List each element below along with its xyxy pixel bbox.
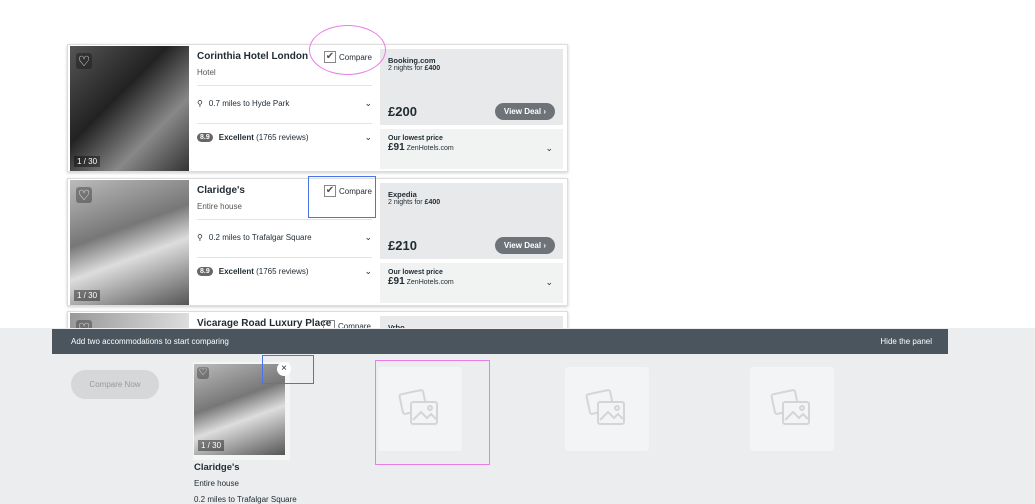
selected-name: Claridge's [194, 462, 240, 473]
distance-row[interactable]: ⚲ 0.2 miles to Trafalgar Square ⌄ [197, 232, 372, 243]
selected-accommodation: ♡ 1 / 30 × [193, 362, 291, 460]
empty-slot [378, 367, 462, 451]
image-placeholder-icon [398, 389, 438, 425]
heart-icon[interactable]: ♡ [76, 187, 92, 203]
distance-row[interactable]: ⚲ 0.7 miles to Hyde Park ⌄ [197, 98, 372, 109]
compare-checkbox[interactable]: ✔ Compare [324, 185, 372, 197]
compare-now-button[interactable]: Compare Now [71, 370, 159, 399]
lowest-price[interactable]: Our lowest price £91 ZenHotels.com ⌄ [380, 129, 563, 169]
hotel-photo[interactable]: ♡ 1 / 30 [70, 180, 189, 305]
listing-card: ♡ 1 / 30 Corinthia Hotel London Hotel ✔ Co… [67, 44, 568, 172]
check-icon: ✔ [324, 185, 336, 197]
price: £200 [388, 104, 417, 119]
rating-row[interactable]: 8.9 Excellent (1765 reviews) ⌄ [197, 266, 372, 277]
view-deal-button[interactable]: View Deal › [494, 103, 555, 120]
hotel-type: Hotel [197, 68, 216, 77]
empty-slot [750, 367, 834, 451]
reviews: (1765 reviews) [256, 133, 309, 142]
hotel-photo[interactable]: ♡ 1 / 30 [70, 46, 189, 171]
heart-icon[interactable]: ♡ [197, 367, 209, 379]
location-pin-icon: ⚲ [197, 99, 203, 108]
distance: 0.7 miles to Hyde Park [208, 99, 290, 108]
compare-panel: Add two accommodations to start comparin… [0, 328, 1035, 504]
provider: Expedia [388, 190, 417, 199]
compare-label: Compare [339, 186, 372, 196]
nights-text: 2 nights for [388, 65, 425, 72]
location-pin-icon: ⚲ [197, 233, 203, 242]
nights-price: £400 [424, 199, 441, 206]
hotel-name[interactable]: Corinthia Hotel London [197, 51, 308, 62]
lowest-label: Our lowest price [388, 135, 443, 142]
reviews: (1765 reviews) [256, 267, 309, 276]
rating: Excellent [218, 133, 254, 142]
hotel-name[interactable]: Claridge's [197, 185, 245, 196]
compare-bar: Add two accommodations to start comparin… [52, 329, 948, 354]
chevron-down-icon: ⌄ [364, 232, 372, 242]
selected-type: Entire house [194, 479, 239, 488]
photo-count: 1 / 30 [198, 440, 225, 451]
provider: Booking.com [388, 56, 436, 65]
lowest-provider: ZenHotels.com [406, 279, 454, 286]
lowest-provider: ZenHotels.com [406, 145, 454, 152]
nights-text: 2 nights for [388, 199, 425, 206]
photo-count: 1 / 30 [74, 290, 101, 301]
nights-price: £400 [424, 65, 441, 72]
empty-slot [565, 367, 649, 451]
listing-card: ♡ 1 / 30 Claridge's Entire house ✔ Compare… [67, 178, 568, 306]
chevron-down-icon: ⌄ [364, 98, 372, 108]
distance: 0.2 miles to Trafalgar Square [208, 233, 312, 242]
remove-icon[interactable]: × [277, 362, 291, 376]
compare-label: Compare [339, 52, 372, 62]
view-deal-button[interactable]: View Deal › [494, 237, 555, 254]
lowest-price-value: £91 [388, 276, 405, 287]
chevron-down-icon: ⌄ [364, 266, 372, 276]
photo-count: 1 / 30 [74, 156, 101, 167]
hotel-photo: ♡ 1 / 30 [194, 364, 285, 455]
lowest-price[interactable]: Our lowest price £91 ZenHotels.com ⌄ [380, 263, 563, 303]
deal-box: Booking.com 2 nights for £400 £200 View D… [380, 49, 563, 125]
heart-icon[interactable]: ♡ [76, 53, 92, 69]
lowest-label: Our lowest price [388, 269, 443, 276]
check-icon: ✔ [324, 51, 336, 63]
lowest-price-value: £91 [388, 142, 405, 153]
selected-distance: 0.2 miles to Trafalgar Square [194, 495, 297, 504]
rating: Excellent [218, 267, 254, 276]
compare-message: Add two accommodations to start comparin… [71, 337, 229, 346]
image-placeholder-icon [770, 389, 810, 425]
image-placeholder-icon [585, 389, 625, 425]
deal-box: Expedia 2 nights for £400 £210 View Deal … [380, 183, 563, 259]
hotel-type: Entire house [197, 202, 242, 211]
score-badge: 8.9 [197, 267, 213, 276]
hide-panel-button[interactable]: Hide the panel [880, 337, 932, 346]
score-badge: 8.9 [197, 133, 213, 142]
chevron-down-icon: ⌄ [545, 143, 553, 153]
rating-row[interactable]: 8.9 Excellent (1765 reviews) ⌄ [197, 132, 372, 143]
chevron-down-icon: ⌄ [545, 277, 553, 287]
price: £210 [388, 238, 417, 253]
chevron-down-icon: ⌄ [364, 132, 372, 142]
compare-checkbox[interactable]: ✔ Compare [324, 51, 372, 63]
